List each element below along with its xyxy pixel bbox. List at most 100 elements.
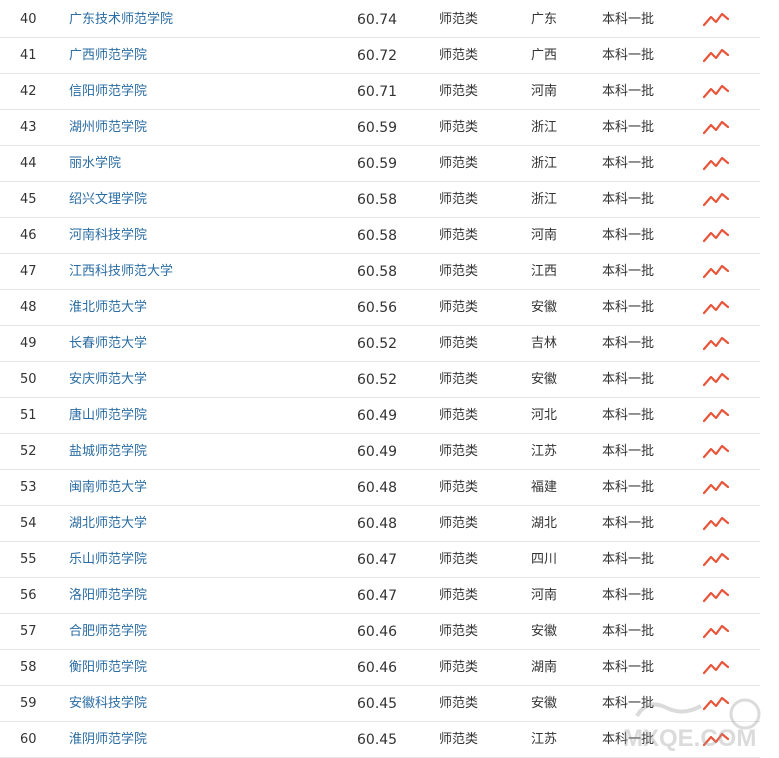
score-cell: 60.49 [357,444,398,460]
trend-line-icon[interactable] [703,542,731,578]
trend-line-icon[interactable] [703,434,731,470]
school-name-link[interactable]: 信阳师范学院 [69,74,329,110]
rank-cell: 59 [20,696,37,711]
score-cell: 60.59 [357,120,398,136]
type-cell: 师范类 [439,516,479,531]
trend-line-icon[interactable] [703,2,731,38]
rank-cell: 46 [20,228,37,243]
school-name-link[interactable]: 淮阴师范学院 [69,722,329,758]
type-cell: 师范类 [439,84,479,99]
trend-line-icon[interactable] [703,650,731,686]
school-name-link[interactable]: 广西师范学院 [69,38,329,74]
batch-cell: 本科一批 [602,732,655,747]
table-row: 56 洛阳师范学院 60.47 师范类 河南 本科一批 [0,578,760,614]
score-cell: 60.72 [357,48,398,64]
table-row: 54 湖北师范大学 60.48 师范类 湖北 本科一批 [0,506,760,542]
trend-line-icon[interactable] [703,110,731,146]
type-cell: 师范类 [439,732,479,747]
trend-line-icon[interactable] [703,398,731,434]
school-name-link[interactable]: 衡阳师范学院 [69,650,329,686]
batch-cell: 本科一批 [602,12,655,27]
type-cell: 师范类 [439,660,479,675]
trend-line-icon[interactable] [703,506,731,542]
score-cell: 60.71 [357,84,398,100]
rank-cell: 42 [20,84,37,99]
trend-line-icon[interactable] [703,362,731,398]
school-name-link[interactable]: 长春师范大学 [69,326,329,362]
school-name-link[interactable]: 合肥师范学院 [69,614,329,650]
school-name-link[interactable]: 江西科技师范大学 [69,254,329,290]
province-cell: 河南 [531,84,558,99]
school-name-link[interactable]: 绍兴文理学院 [69,182,329,218]
province-cell: 吉林 [531,336,558,351]
table-row: 53 闽南师范大学 60.48 师范类 福建 本科一批 [0,470,760,506]
score-cell: 60.46 [357,660,398,676]
score-cell: 60.45 [357,732,398,748]
trend-line-icon[interactable] [703,74,731,110]
rank-cell: 57 [20,624,37,639]
trend-line-icon[interactable] [703,326,731,362]
trend-line-icon[interactable] [703,614,731,650]
type-cell: 师范类 [439,300,479,315]
trend-line-icon[interactable] [703,470,731,506]
trend-line-icon[interactable] [703,218,731,254]
school-name-link[interactable]: 湖北师范大学 [69,506,329,542]
province-cell: 广东 [531,12,558,27]
province-cell: 江苏 [531,732,558,747]
school-name-link[interactable]: 安庆师范大学 [69,362,329,398]
score-cell: 60.48 [357,480,398,496]
trend-line-icon[interactable] [703,290,731,326]
school-name-link[interactable]: 湖州师范学院 [69,110,329,146]
rank-cell: 40 [20,12,37,27]
trend-line-icon[interactable] [703,578,731,614]
school-name-link[interactable]: 淮北师范大学 [69,290,329,326]
table-row: 44 丽水学院 60.59 师范类 浙江 本科一批 [0,146,760,182]
score-cell: 60.49 [357,408,398,424]
table-row: 40 广东技术师范学院 60.74 师范类 广东 本科一批 [0,2,760,38]
rank-cell: 55 [20,552,37,567]
trend-line-icon[interactable] [703,722,731,758]
province-cell: 浙江 [531,120,558,135]
school-name-link[interactable]: 安徽科技学院 [69,686,329,722]
trend-line-icon[interactable] [703,254,731,290]
batch-cell: 本科一批 [602,480,655,495]
ranking-table: 40 广东技术师范学院 60.74 师范类 广东 本科一批 41 广西师范学院 60.72 师范类… [0,2,760,758]
batch-cell: 本科一批 [602,228,655,243]
table-row: 42 信阳师范学院 60.71 师范类 河南 本科一批 [0,74,760,110]
school-name-link[interactable]: 闽南师范大学 [69,470,329,506]
province-cell: 河南 [531,228,558,243]
trend-line-icon[interactable] [703,686,731,722]
school-name-link[interactable]: 唐山师范学院 [69,398,329,434]
table-row: 43 湖州师范学院 60.59 师范类 浙江 本科一批 [0,110,760,146]
score-cell: 60.58 [357,228,398,244]
trend-line-icon[interactable] [703,182,731,218]
score-cell: 60.45 [357,696,398,712]
school-name-link[interactable]: 广东技术师范学院 [69,2,329,38]
rank-cell: 54 [20,516,37,531]
school-name-link[interactable]: 乐山师范学院 [69,542,329,578]
trend-line-icon[interactable] [703,38,731,74]
rank-cell: 49 [20,336,37,351]
table-row: 50 安庆师范大学 60.52 师范类 安徽 本科一批 [0,362,760,398]
school-name-link[interactable]: 丽水学院 [69,146,329,182]
school-name-link[interactable]: 盐城师范学院 [69,434,329,470]
table-row: 48 淮北师范大学 60.56 师范类 安徽 本科一批 [0,290,760,326]
table-row: 57 合肥师范学院 60.46 师范类 安徽 本科一批 [0,614,760,650]
school-name-link[interactable]: 洛阳师范学院 [69,578,329,614]
type-cell: 师范类 [439,552,479,567]
trend-line-icon[interactable] [703,146,731,182]
batch-cell: 本科一批 [602,48,655,63]
province-cell: 江西 [531,264,558,279]
table-row: 60 淮阴师范学院 60.45 师范类 江苏 本科一批 [0,722,760,758]
province-cell: 浙江 [531,192,558,207]
school-name-link[interactable]: 河南科技学院 [69,218,329,254]
batch-cell: 本科一批 [602,372,655,387]
batch-cell: 本科一批 [602,696,655,711]
province-cell: 广西 [531,48,558,63]
province-cell: 湖南 [531,660,558,675]
province-cell: 河北 [531,408,558,423]
type-cell: 师范类 [439,624,479,639]
score-cell: 60.56 [357,300,398,316]
province-cell: 江苏 [531,444,558,459]
batch-cell: 本科一批 [602,300,655,315]
